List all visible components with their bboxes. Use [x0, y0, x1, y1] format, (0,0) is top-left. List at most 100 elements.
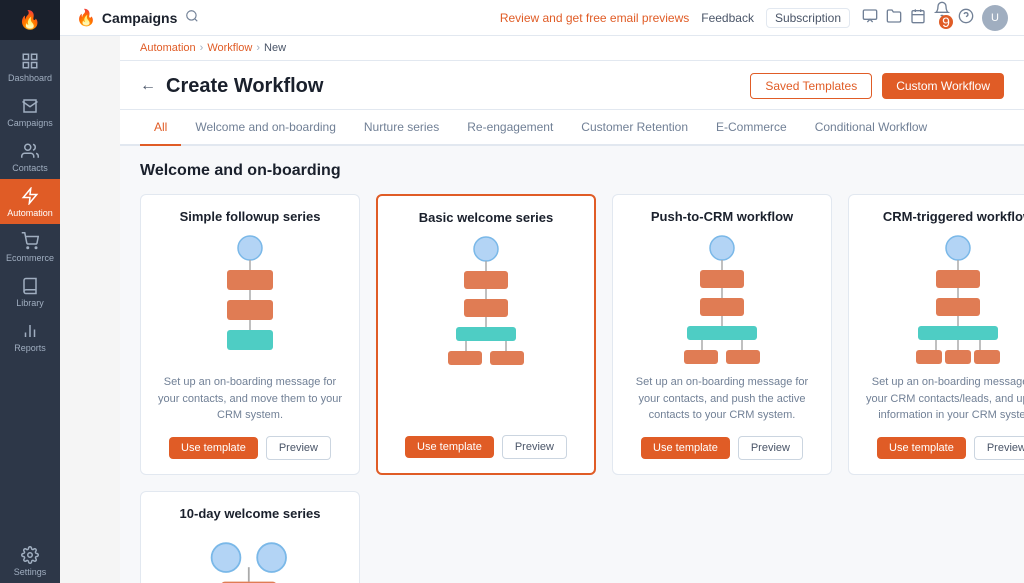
breadcrumb-sep1: › [200, 42, 204, 54]
topbar: 🔥 Campaigns Review and get free email pr… [60, 0, 1024, 36]
page-header-right: Saved Templates Custom Workflow [750, 73, 1004, 99]
card-title: Basic welcome series [419, 210, 553, 225]
use-template-button[interactable]: Use template [877, 437, 966, 459]
card-actions: Use template Preview [169, 436, 331, 460]
folder-icon[interactable] [886, 8, 902, 27]
sidebar-item-label: Reports [14, 343, 46, 353]
sidebar-item-label: Library [16, 298, 44, 308]
topbar-icons: 9 U [862, 1, 1008, 34]
sidebar-item-campaigns[interactable]: Campaigns [0, 89, 60, 134]
sidebar-item-library[interactable]: Library [0, 269, 60, 314]
card-simple-followup[interactable]: Simple followup series Set up an on-boar… [140, 194, 360, 475]
sidebar-item-dashboard[interactable]: Dashboard [0, 44, 60, 89]
card-desc: Set up an on-boarding message for your c… [155, 374, 345, 424]
grid-icon [21, 52, 39, 70]
card-crm-triggered[interactable]: CRM-triggered workflow [848, 194, 1024, 475]
content-area: Welcome and on-boarding Simple followup … [120, 146, 1024, 583]
use-template-button[interactable]: Use template [641, 437, 730, 459]
tab-conditional[interactable]: Conditional Workflow [801, 110, 942, 146]
use-template-button[interactable]: Use template [169, 437, 258, 459]
card-diagram [155, 531, 345, 583]
sidebar-item-label: Settings [14, 567, 47, 577]
card-diagram [627, 234, 817, 364]
sidebar-item-label: Automation [7, 208, 53, 218]
card-diagram [863, 234, 1024, 364]
saved-templates-button[interactable]: Saved Templates [750, 73, 872, 99]
cart-icon [21, 232, 39, 250]
calendar-icon[interactable] [910, 8, 926, 27]
users-icon [21, 142, 39, 160]
sidebar-item-contacts[interactable]: Contacts [0, 134, 60, 179]
preview-button[interactable]: Preview [266, 436, 331, 460]
sidebar-item-settings[interactable]: Settings [0, 538, 60, 583]
sidebar-bottom: Settings [0, 538, 60, 583]
tab-welcome[interactable]: Welcome and on-boarding [181, 110, 350, 146]
card-diagram [392, 235, 580, 365]
page-title: Create Workflow [166, 75, 323, 98]
page-header: ← Create Workflow Saved Templates Custom… [120, 61, 1024, 110]
review-link[interactable]: Review and get free email previews [500, 11, 689, 25]
sidebar-logo: 🔥 [0, 0, 60, 40]
breadcrumb-workflow[interactable]: Workflow [207, 42, 252, 54]
breadcrumb-automation[interactable]: Automation [140, 42, 196, 54]
preview-button[interactable]: Preview [502, 435, 567, 459]
feedback-btn[interactable]: Feedback [701, 11, 754, 25]
card-10day-welcome[interactable]: 10-day welcome series [140, 491, 360, 583]
card-actions: Use template Preview [405, 435, 567, 459]
breadcrumb-new: New [264, 42, 286, 54]
topbar-right: Review and get free email previews Feedb… [500, 1, 1008, 34]
card-diagram [155, 234, 345, 364]
card-desc: Set up an on-boarding message for your c… [627, 374, 817, 424]
card-actions: Use template Preview [641, 436, 803, 460]
sidebar: 🔥 Dashboard Campaigns Contacts Automatio… [0, 0, 60, 583]
mail-nav-icon[interactable] [862, 8, 878, 27]
sidebar-item-ecommerce[interactable]: Ecommerce [0, 224, 60, 269]
cards-row-2: 10-day welcome series [140, 491, 1004, 583]
tab-ecommerce[interactable]: E-Commerce [702, 110, 801, 146]
sidebar-item-automation[interactable]: Automation [0, 179, 60, 224]
barchart-icon [21, 322, 39, 340]
sidebar-item-label: Campaigns [7, 118, 53, 128]
sidebar-item-reports[interactable]: Reports [0, 314, 60, 359]
topbar-left: 🔥 Campaigns [76, 8, 199, 28]
card-basic-welcome[interactable]: Basic welcome series [376, 194, 596, 475]
settings-icon [21, 546, 39, 564]
mail-icon [21, 97, 39, 115]
avatar[interactable]: U [982, 5, 1008, 31]
breadcrumb-sep2: › [256, 42, 260, 54]
preview-button[interactable]: Preview [738, 436, 803, 460]
subscription-btn[interactable]: Subscription [766, 8, 850, 28]
section-title: Welcome and on-boarding [140, 162, 1004, 180]
brand-name: Campaigns [102, 10, 177, 26]
back-button[interactable]: ← [140, 77, 156, 95]
preview-button[interactable]: Preview [974, 436, 1024, 460]
card-desc: Set up an on-boarding message for your C… [863, 374, 1024, 424]
sidebar-item-label: Dashboard [8, 73, 52, 83]
book-icon [21, 277, 39, 295]
custom-workflow-button[interactable]: Custom Workflow [882, 73, 1004, 99]
tab-retention[interactable]: Customer Retention [567, 110, 702, 146]
main-content: Automation › Workflow › New ← Create Wor… [120, 36, 1024, 583]
cards-row-1: Simple followup series Set up an on-boar… [140, 194, 1004, 475]
card-push-to-crm[interactable]: Push-to-CRM workflow [612, 194, 832, 475]
brand: 🔥 Campaigns [76, 8, 177, 28]
help-icon[interactable] [958, 8, 974, 27]
card-title: Simple followup series [180, 209, 321, 224]
bell-icon[interactable]: 9 [934, 1, 950, 34]
tabs-bar: All Welcome and on-boarding Nurture seri… [120, 110, 1024, 146]
tab-nurture[interactable]: Nurture series [350, 110, 453, 146]
notification-badge: 9 [939, 15, 953, 29]
search-button[interactable] [185, 9, 199, 26]
page-header-left: ← Create Workflow [140, 75, 323, 98]
tab-all[interactable]: All [140, 110, 181, 146]
card-title: Push-to-CRM workflow [651, 209, 793, 224]
sidebar-item-label: Contacts [12, 163, 48, 173]
sidebar-item-label: Ecommerce [6, 253, 54, 263]
tab-reengagement[interactable]: Re-engagement [453, 110, 567, 146]
search-icon [185, 9, 199, 23]
sidebar-nav: Dashboard Campaigns Contacts Automation … [0, 40, 60, 538]
card-actions: Use template Preview [877, 436, 1024, 460]
use-template-button[interactable]: Use template [405, 436, 494, 458]
brand-icon: 🔥 [76, 8, 96, 28]
zap-icon [21, 187, 39, 205]
